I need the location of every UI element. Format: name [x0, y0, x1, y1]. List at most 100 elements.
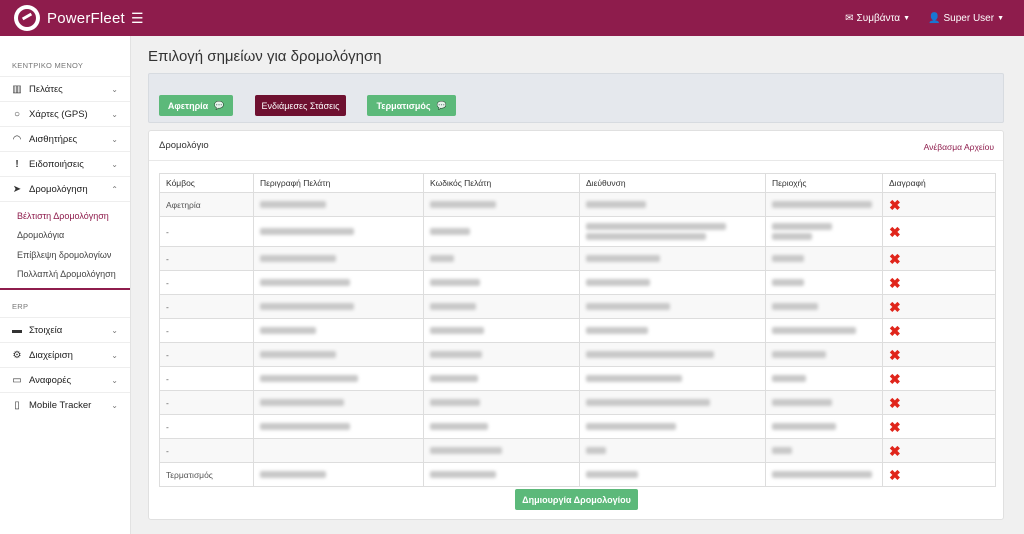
chevron-down-icon: ⌄	[111, 134, 118, 144]
delete-icon[interactable]: ✖	[889, 198, 901, 212]
redacted-text	[772, 223, 832, 230]
customer-description-cell	[253, 414, 424, 439]
redacted-text	[260, 327, 316, 334]
customer-description-cell	[253, 192, 424, 217]
table-row: - ✖	[159, 246, 996, 271]
delete-cell: ✖	[882, 294, 996, 319]
sidebar-item-reports[interactable]: ▭ Αναφορές ⌄	[0, 367, 130, 392]
logo	[14, 5, 40, 31]
submenu-routes[interactable]: Δρομολόγια	[0, 226, 130, 246]
delete-icon[interactable]: ✖	[889, 396, 901, 410]
brand[interactable]: PowerFleet	[0, 0, 131, 36]
start-point-button[interactable]: Αφετηρία 💬	[159, 95, 233, 116]
delete-cell: ✖	[882, 366, 996, 391]
customer-description-cell	[253, 318, 424, 343]
customer-code-cell	[423, 414, 580, 439]
redacted-text	[772, 351, 826, 358]
submenu-optimal-routing[interactable]: Βέλτιστη Δρομολόγηση	[0, 206, 130, 226]
sidebar-item-label: Αναφορές	[29, 374, 72, 386]
mobile-icon: ▯	[14, 399, 20, 411]
sidebar-item-customers[interactable]: ▥ Πελάτες ⌄	[0, 76, 130, 101]
user-icon: 👤	[928, 12, 941, 24]
node-cell: -	[159, 294, 254, 319]
chevron-down-icon: ▼	[997, 14, 1004, 22]
col-customer-code: Κωδικός Πελάτη	[423, 173, 580, 193]
delete-icon[interactable]: ✖	[889, 225, 901, 239]
delete-icon[interactable]: ✖	[889, 420, 901, 434]
location-arrow-icon: ➤	[12, 183, 22, 195]
area-cell	[765, 246, 883, 271]
create-route-button[interactable]: Δημιουργία Δρομολογίου	[515, 489, 638, 510]
delete-icon[interactable]: ✖	[889, 348, 901, 362]
node-cell: -	[159, 270, 254, 295]
redacted-text	[586, 375, 682, 382]
table-row: - ✖	[159, 366, 996, 391]
submenu-multiple-routing[interactable]: Πολλαπλή Δρομολόγηση	[0, 265, 130, 285]
delete-icon[interactable]: ✖	[889, 252, 901, 266]
delete-cell: ✖	[882, 270, 996, 295]
delete-icon[interactable]: ✖	[889, 372, 901, 386]
col-node: Κόμβος	[159, 173, 254, 193]
hamburger-menu-icon[interactable]: ☰	[131, 10, 144, 27]
user-dropdown[interactable]: 👤 Super User ▼	[928, 13, 1004, 24]
address-cell	[579, 318, 766, 343]
sidebar-item-label: Αισθητήρες	[29, 133, 78, 145]
submenu-route-monitoring[interactable]: Επίβλεψη δρομολογίων	[0, 245, 130, 265]
redacted-text	[430, 399, 480, 406]
address-cell	[579, 390, 766, 415]
delete-icon[interactable]: ✖	[889, 276, 901, 290]
upload-file-link[interactable]: Ανέβασμα Αρχείου	[924, 142, 994, 152]
delete-icon[interactable]: ✖	[889, 324, 901, 338]
sidebar-item-data[interactable]: ▬ Στοιχεία ⌄	[0, 317, 130, 342]
redacted-text	[260, 399, 344, 406]
intermediate-stops-button[interactable]: Ενδιάμεσες Στάσεις	[255, 95, 346, 116]
sidebar-item-label: Πελάτες	[29, 83, 63, 95]
envelope-icon: ✉	[845, 12, 854, 24]
sidebar-item-management[interactable]: ⚙ Διαχείριση ⌄	[0, 342, 130, 367]
table-row: - ✖	[159, 294, 996, 319]
table-row: - ✖	[159, 390, 996, 415]
circle-icon: ○	[13, 108, 21, 120]
redacted-text	[260, 279, 350, 286]
sidebar-item-notifications[interactable]: ! Ειδοποιήσεις ⌄	[0, 151, 130, 176]
col-delete: Διαγραφή	[882, 173, 996, 193]
redacted-text	[586, 233, 706, 240]
brand-name: PowerFleet	[47, 9, 125, 27]
delete-icon[interactable]: ✖	[889, 468, 901, 482]
sidebar-item-maps[interactable]: ○ Χάρτες (GPS) ⌄	[0, 101, 130, 126]
sidebar-item-mobile-tracker[interactable]: ▯ Mobile Tracker ⌄	[0, 392, 130, 417]
sidebar-item-routing[interactable]: ➤ Δρομολόγηση ⌃	[0, 176, 130, 201]
events-dropdown[interactable]: ✉ Συμβάντα ▼	[845, 13, 910, 24]
customer-code-cell	[423, 294, 580, 319]
area-cell	[765, 366, 883, 391]
delete-cell: ✖	[882, 246, 996, 271]
node-cell: -	[159, 414, 254, 439]
redacted-text	[260, 423, 350, 430]
node-cell: -	[159, 390, 254, 415]
chevron-up-icon: ⌃	[111, 184, 118, 194]
redacted-text	[430, 201, 496, 208]
chevron-down-icon: ⌄	[111, 375, 118, 385]
delete-icon[interactable]: ✖	[889, 300, 901, 314]
gauge-icon: ◠	[12, 133, 22, 145]
redacted-text	[586, 255, 660, 262]
sidebar-item-sensors[interactable]: ◠ Αισθητήρες ⌄	[0, 126, 130, 151]
address-cell	[579, 192, 766, 217]
chevron-down-icon: ▼	[903, 14, 911, 22]
node-cell: Αφετηρία	[159, 192, 254, 217]
table-row: - ✖	[159, 216, 996, 247]
redacted-text	[260, 255, 336, 262]
delete-icon[interactable]: ✖	[889, 444, 901, 458]
redacted-text	[772, 375, 806, 382]
sidebar-item-label: Στοιχεία	[29, 324, 63, 336]
redacted-text	[586, 327, 648, 334]
redacted-text	[260, 471, 326, 478]
address-cell	[579, 366, 766, 391]
redacted-text	[430, 447, 502, 454]
end-point-button[interactable]: Τερματισμός 💬	[367, 95, 456, 116]
node-cell: -	[159, 366, 254, 391]
redacted-text	[260, 228, 354, 235]
area-cell	[765, 270, 883, 295]
node-cell: -	[159, 318, 254, 343]
area-cell	[765, 462, 883, 487]
